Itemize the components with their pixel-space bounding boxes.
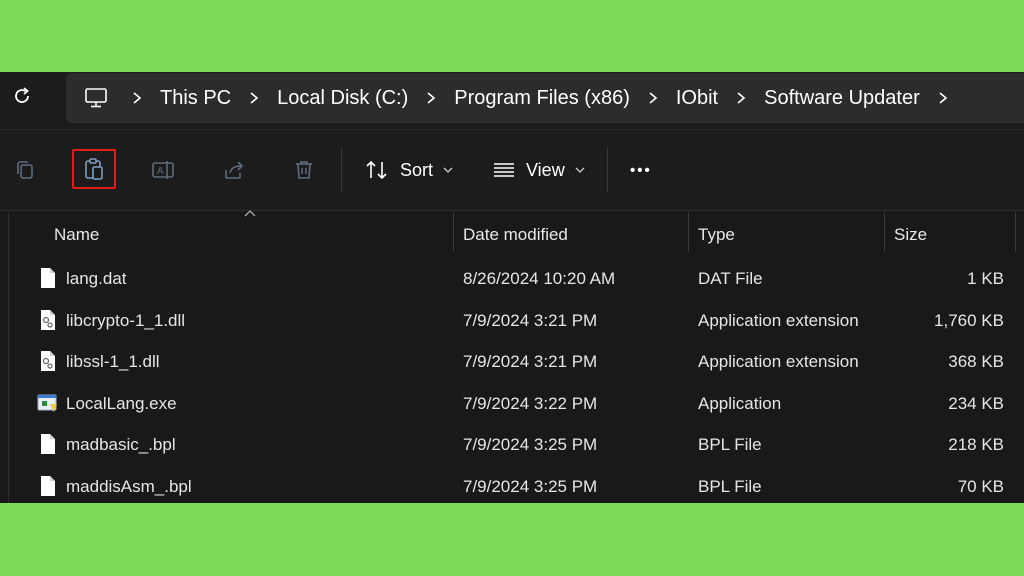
file-name: LocalLang.exe [66,393,177,413]
table-row[interactable]: libssl-1_1.dll 7/9/2024 3:21 PM Applicat… [0,341,1024,383]
paste-button[interactable] [72,149,116,189]
breadcrumb-software-updater[interactable]: Software Updater [758,84,926,112]
column-header-row: Name Date modified Type Size [0,210,1024,258]
refresh-button[interactable] [8,82,36,110]
sort-icon [366,160,387,180]
file-icon [41,268,55,288]
file-date: 7/9/2024 3:22 PM [463,393,598,413]
column-divider[interactable] [453,212,454,252]
more-options-button[interactable]: ••• [630,150,652,190]
file-date: 8/26/2024 10:20 AM [463,269,616,288]
sort-button[interactable]: Sort [364,150,453,190]
share-icon [225,161,244,179]
toolbar-divider [341,148,342,192]
file-name: libcrypto-1_1.dll [66,310,186,330]
dll-icon [41,351,55,371]
file-type: DAT File [698,269,763,288]
file-type: Application [698,393,782,413]
file-date: 7/9/2024 3:21 PM [463,310,598,330]
breadcrumb-program-files[interactable]: Program Files (x86) [448,84,636,112]
more-options-icon: ••• [630,161,652,179]
file-size: 234 KB [948,393,1004,413]
chevron-right-icon[interactable] [724,84,758,112]
command-bar: A Sort View ••• [0,129,1024,211]
file-type: BPL File [698,476,762,496]
exe-icon [37,394,57,412]
column-header-name[interactable]: Name [54,212,99,258]
file-type: Application extension [698,352,859,371]
breadcrumb-local-disk[interactable]: Local Disk (C:) [271,84,414,112]
table-row[interactable]: maddisAsm_.bpl 7/9/2024 3:25 PM BPL File… [0,466,1024,504]
column-divider[interactable] [884,212,885,252]
column-divider[interactable] [1015,212,1016,252]
delete-button[interactable] [282,150,326,190]
file-type: BPL File [698,435,762,454]
breadcrumb-this-pc[interactable]: This PC [154,84,237,112]
svg-text:A: A [157,166,164,177]
rename-icon: A [152,161,174,179]
chevron-right-icon[interactable] [636,84,670,112]
view-label: View [526,159,565,180]
file-type: Application extension [698,310,859,330]
chevron-right-icon[interactable] [926,84,960,112]
clipboard-icon [85,158,103,180]
file-size: 368 KB [948,352,1004,371]
file-size: 70 KB [957,476,1004,496]
chevron-right-icon[interactable] [414,84,448,112]
column-header-type[interactable]: Type [698,212,735,258]
chevron-down-icon [443,167,453,173]
refresh-icon [15,87,29,103]
breadcrumb[interactable]: This PC Local Disk (C:) Program Files (x… [66,73,1024,123]
file-size: 1,760 KB [934,310,1004,330]
table-row[interactable]: libcrypto-1_1.dll 7/9/2024 3:21 PM Appli… [0,300,1024,342]
copy-icon [17,161,33,179]
file-date: 7/9/2024 3:25 PM [463,435,598,454]
table-row[interactable]: madbasic_.bpl 7/9/2024 3:25 PM BPL File … [0,424,1024,466]
file-name: madbasic_.bpl [66,435,176,454]
sort-ascending-icon [244,210,256,217]
share-button[interactable] [212,150,256,190]
table-row[interactable]: LocalLang.exe 7/9/2024 3:22 PM Applicati… [0,383,1024,425]
file-explorer-window: This PC Local Disk (C:) Program Files (x… [0,72,1024,503]
chevron-down-icon [575,167,585,173]
rename-button[interactable]: A [142,150,186,190]
file-size: 1 KB [967,269,1004,288]
sort-label: Sort [400,159,434,180]
toolbar-divider [607,148,608,192]
file-icon [41,475,55,496]
file-list: lang.dat 8/26/2024 10:20 AM DAT File 1 K… [0,258,1024,503]
address-bar-area: This PC Local Disk (C:) Program Files (x… [0,72,1024,128]
breadcrumb-iobit[interactable]: IObit [670,84,724,112]
file-name: maddisAsm_.bpl [66,476,192,496]
column-header-date[interactable]: Date modified [463,212,568,258]
file-size: 218 KB [948,435,1004,454]
trash-icon [296,161,312,179]
chevron-right-icon[interactable] [237,84,271,112]
view-list-icon [494,163,514,177]
file-icon [41,434,55,454]
file-date: 7/9/2024 3:25 PM [463,476,598,496]
dll-icon [41,309,55,330]
view-button[interactable]: View [492,150,585,190]
column-header-size[interactable]: Size [894,212,927,258]
file-date: 7/9/2024 3:21 PM [463,352,598,371]
computer-icon[interactable] [82,84,110,112]
copy-button[interactable] [3,150,47,190]
column-divider[interactable] [688,212,689,252]
chevron-right-icon[interactable] [120,84,154,112]
file-name: lang.dat [66,269,127,288]
file-name: libssl-1_1.dll [66,352,160,371]
table-row[interactable]: lang.dat 8/26/2024 10:20 AM DAT File 1 K… [0,258,1024,300]
